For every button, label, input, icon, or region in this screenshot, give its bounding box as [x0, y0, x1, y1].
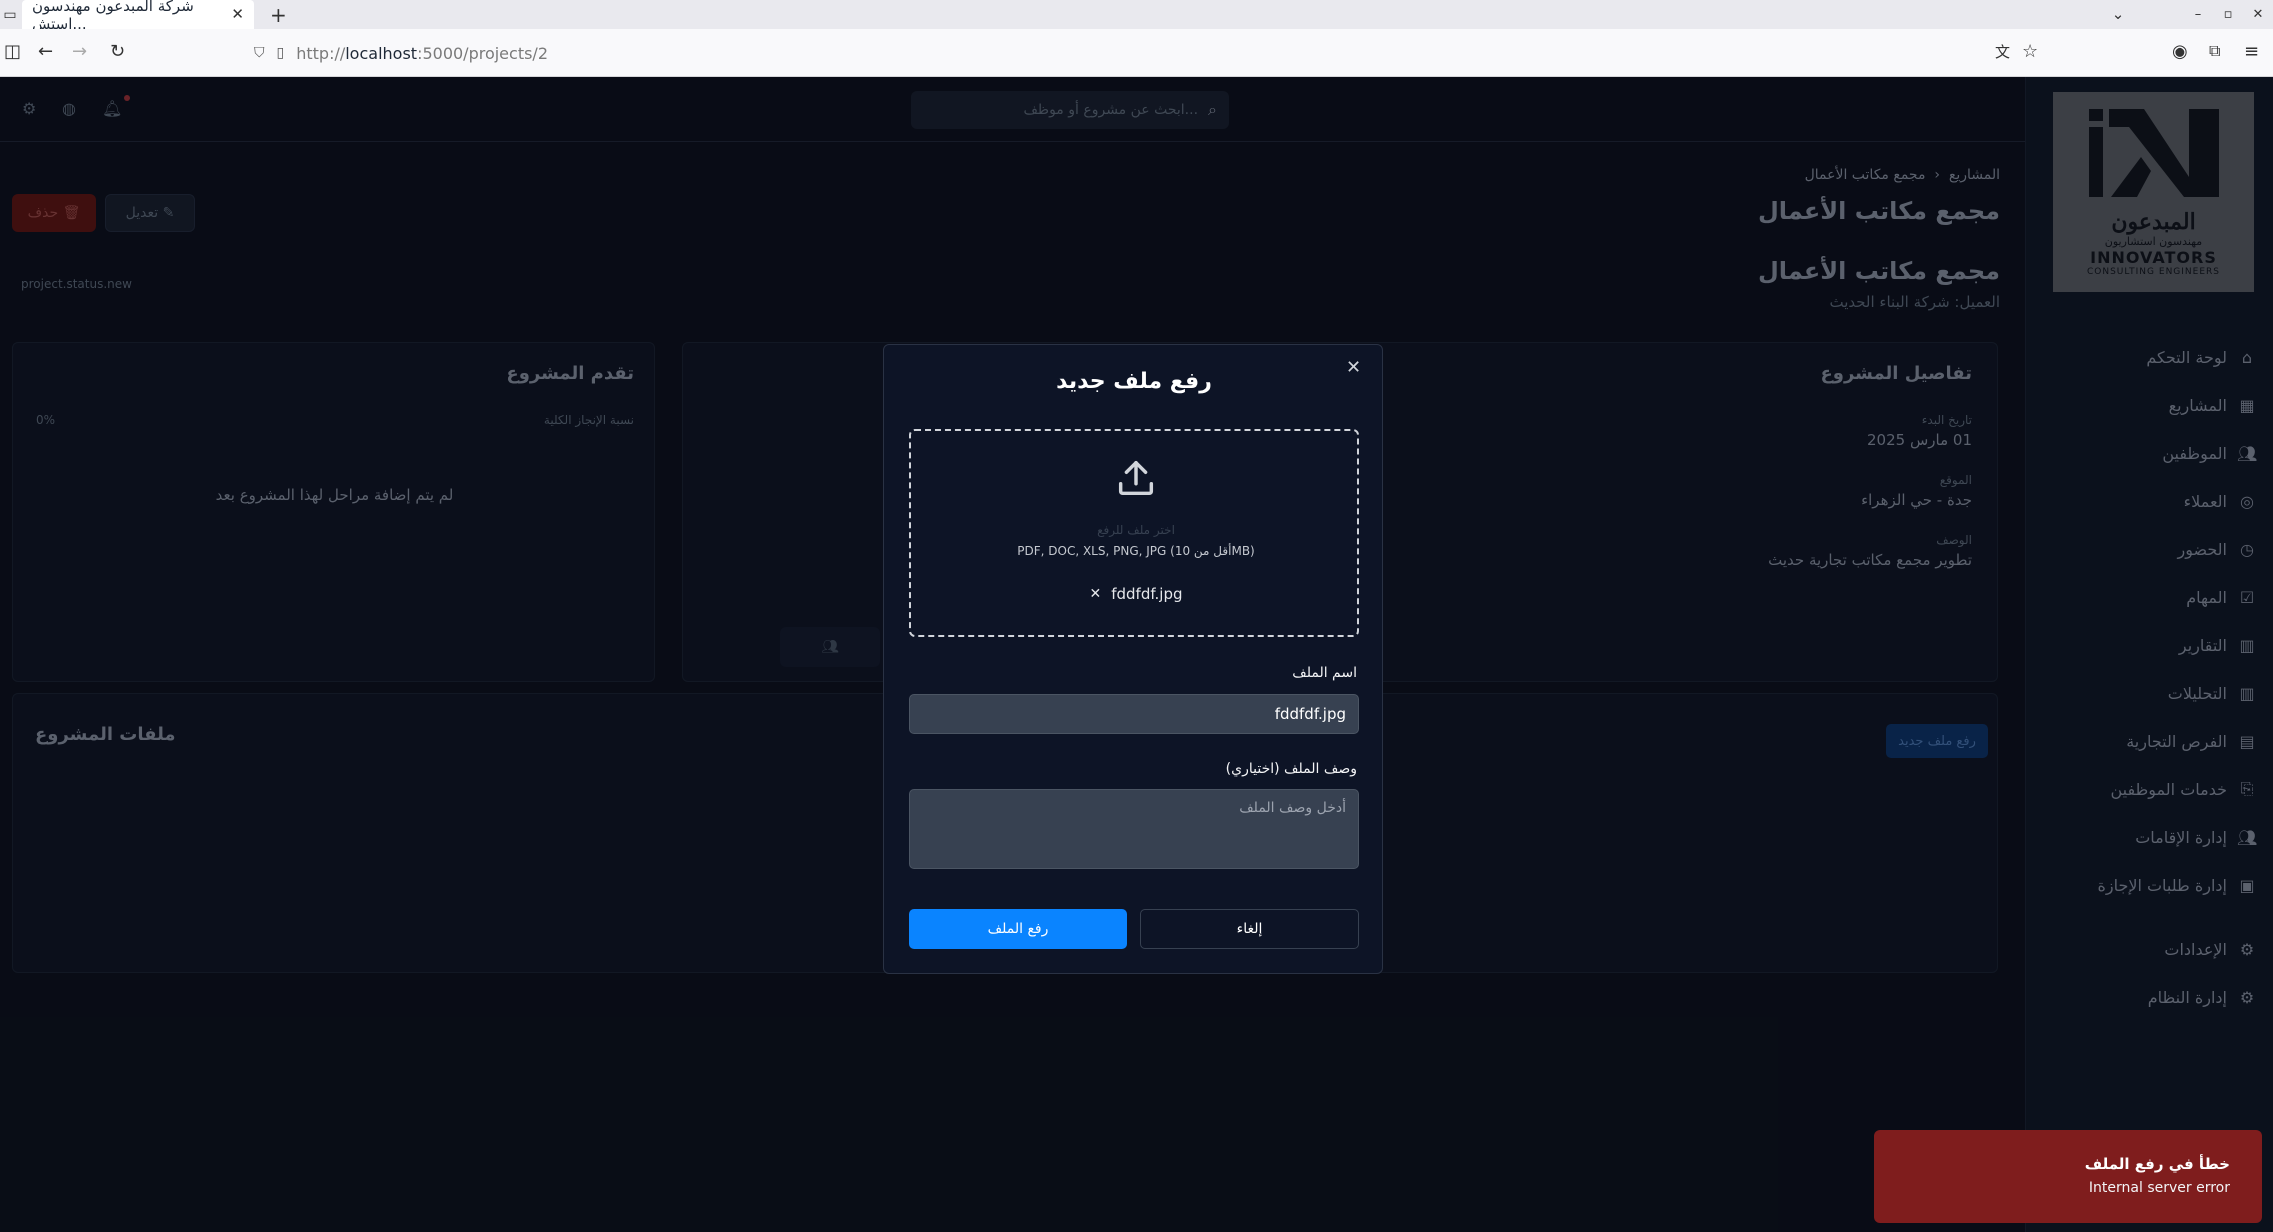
forward-icon[interactable]: → — [72, 41, 87, 62]
upload-file-button[interactable]: رفع الملف — [909, 909, 1127, 949]
page-icon: ▯ — [276, 45, 285, 61]
remove-file-icon[interactable]: ✕ — [1089, 586, 1101, 602]
file-description-label: وصف الملف (اختياري) — [1225, 761, 1357, 777]
file-name-label: اسم الملف — [1292, 665, 1357, 681]
url-text: http://localhost:5000/projects/2 — [296, 43, 548, 63]
tab-overflow-chevron-icon[interactable]: ⌄ — [2103, 5, 2133, 23]
cancel-button[interactable]: إلغاء — [1140, 909, 1359, 949]
address-bar[interactable]: ⛉ ▯ http://localhost:5000/projects/2 — [254, 38, 2034, 68]
maximize-icon[interactable]: ▫ — [2213, 7, 2243, 22]
upload-icon — [911, 455, 1361, 505]
menu-icon[interactable]: ≡ — [2244, 41, 2259, 62]
toast-message: Internal server error — [2088, 1180, 2230, 1196]
browser-navbar: ◫ ← → ↻ ⛉ ▯ http://localhost:5000/projec… — [0, 29, 2273, 77]
error-toast[interactable]: خطأ في رفع الملف Internal server error — [1874, 1130, 2262, 1223]
reload-icon[interactable]: ↻ — [110, 41, 125, 62]
window-controls: ⌄ – ▫ ✕ — [2112, 0, 2273, 29]
translate-icon[interactable]: 文 — [1995, 41, 2010, 62]
minimize-icon[interactable]: – — [2183, 7, 2213, 22]
bookmark-star-icon[interactable]: ☆ — [2022, 41, 2038, 62]
account-icon[interactable]: ◉ — [2172, 41, 2188, 62]
file-description-input[interactable] — [909, 789, 1359, 869]
modal-title: رفع ملف جديد — [1056, 369, 1212, 394]
file-dropzone[interactable]: اختر ملف للرفع PDF, DOC, XLS, PNG, JPG (… — [909, 429, 1359, 637]
selected-file: ✕ fddfdf.jpg — [911, 585, 1361, 603]
tab-close-icon[interactable]: ✕ — [231, 5, 244, 23]
toast-title: خطأ في رفع الملف — [2084, 1155, 2230, 1173]
browser-tabbar: ▭ شركة المبدعون مهندسون استش... ✕ + ⌄ – … — [0, 0, 2273, 33]
sidebar-toggle-icon[interactable]: ◫ — [4, 41, 21, 62]
back-icon[interactable]: ← — [38, 41, 53, 62]
shield-icon: ⛉ — [254, 45, 265, 61]
tab-list-icon[interactable]: ▭ — [0, 0, 20, 29]
window-close-icon[interactable]: ✕ — [2243, 7, 2273, 22]
tab-title: شركة المبدعون مهندسون استش... — [32, 0, 194, 33]
file-name-input[interactable] — [909, 694, 1359, 734]
dropzone-hint: اختر ملف للرفع — [1097, 523, 1175, 537]
browser-tab[interactable]: شركة المبدعون مهندسون استش... ✕ — [22, 0, 254, 33]
extensions-icon[interactable]: ⧉ — [2209, 41, 2220, 61]
new-tab-icon[interactable]: + — [270, 3, 287, 27]
dropzone-file-types: PDF, DOC, XLS, PNG, JPG (أقل من 10MB) — [1017, 544, 1255, 558]
selected-file-name: fddfdf.jpg — [1111, 585, 1183, 603]
upload-file-modal: ✕ رفع ملف جديد اختر ملف للرفع PDF, DOC, … — [883, 344, 1383, 974]
